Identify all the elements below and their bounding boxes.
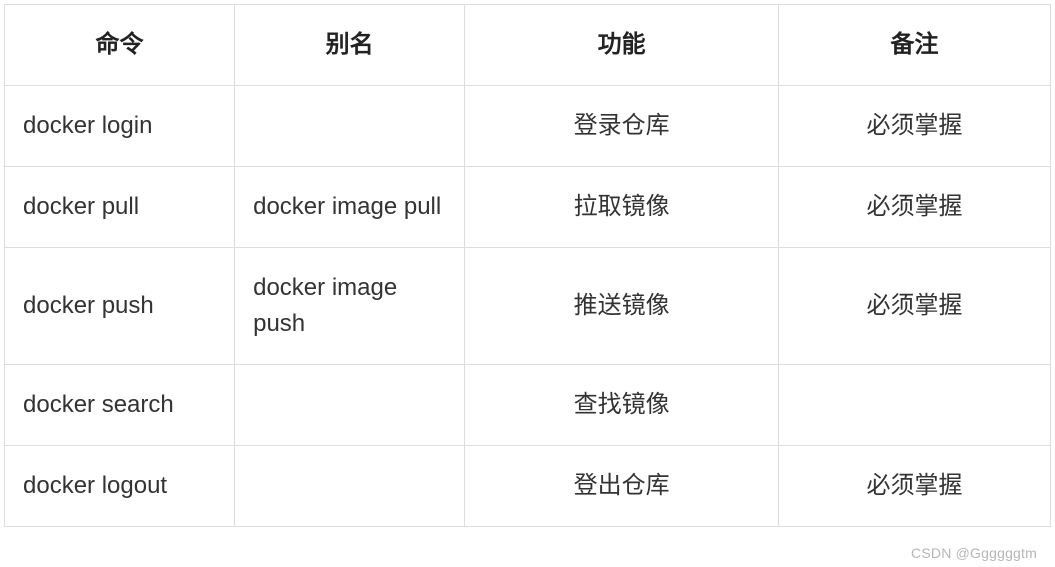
header-function: 功能 (465, 5, 779, 86)
cell-alias: docker image pull (235, 167, 465, 248)
cell-command: docker login (5, 86, 235, 167)
docker-commands-table: 命令 别名 功能 备注 docker login 登录仓库 必须掌握 docke… (4, 4, 1051, 527)
table-row: docker pull docker image pull 拉取镜像 必须掌握 (5, 167, 1051, 248)
table-header-row: 命令 别名 功能 备注 (5, 5, 1051, 86)
cell-alias: docker image push (235, 248, 465, 365)
header-alias: 别名 (235, 5, 465, 86)
table-row: docker login 登录仓库 必须掌握 (5, 86, 1051, 167)
cell-alias (235, 446, 465, 527)
cell-command: docker push (5, 248, 235, 365)
cell-function: 推送镜像 (465, 248, 779, 365)
table-row: docker push docker image push 推送镜像 必须掌握 (5, 248, 1051, 365)
watermark: CSDN @Ggggggtm (911, 545, 1037, 561)
cell-command: docker logout (5, 446, 235, 527)
cell-alias (235, 365, 465, 446)
cell-alias (235, 86, 465, 167)
cell-function: 登录仓库 (465, 86, 779, 167)
cell-note: 必须掌握 (779, 248, 1051, 365)
cell-note: 必须掌握 (779, 167, 1051, 248)
cell-command: docker search (5, 365, 235, 446)
cell-command: docker pull (5, 167, 235, 248)
cell-function: 查找镜像 (465, 365, 779, 446)
header-command: 命令 (5, 5, 235, 86)
cell-note: 必须掌握 (779, 86, 1051, 167)
cell-note (779, 365, 1051, 446)
table-row: docker logout 登出仓库 必须掌握 (5, 446, 1051, 527)
header-note: 备注 (779, 5, 1051, 86)
table-row: docker search 查找镜像 (5, 365, 1051, 446)
cell-function: 登出仓库 (465, 446, 779, 527)
cell-function: 拉取镜像 (465, 167, 779, 248)
cell-note: 必须掌握 (779, 446, 1051, 527)
